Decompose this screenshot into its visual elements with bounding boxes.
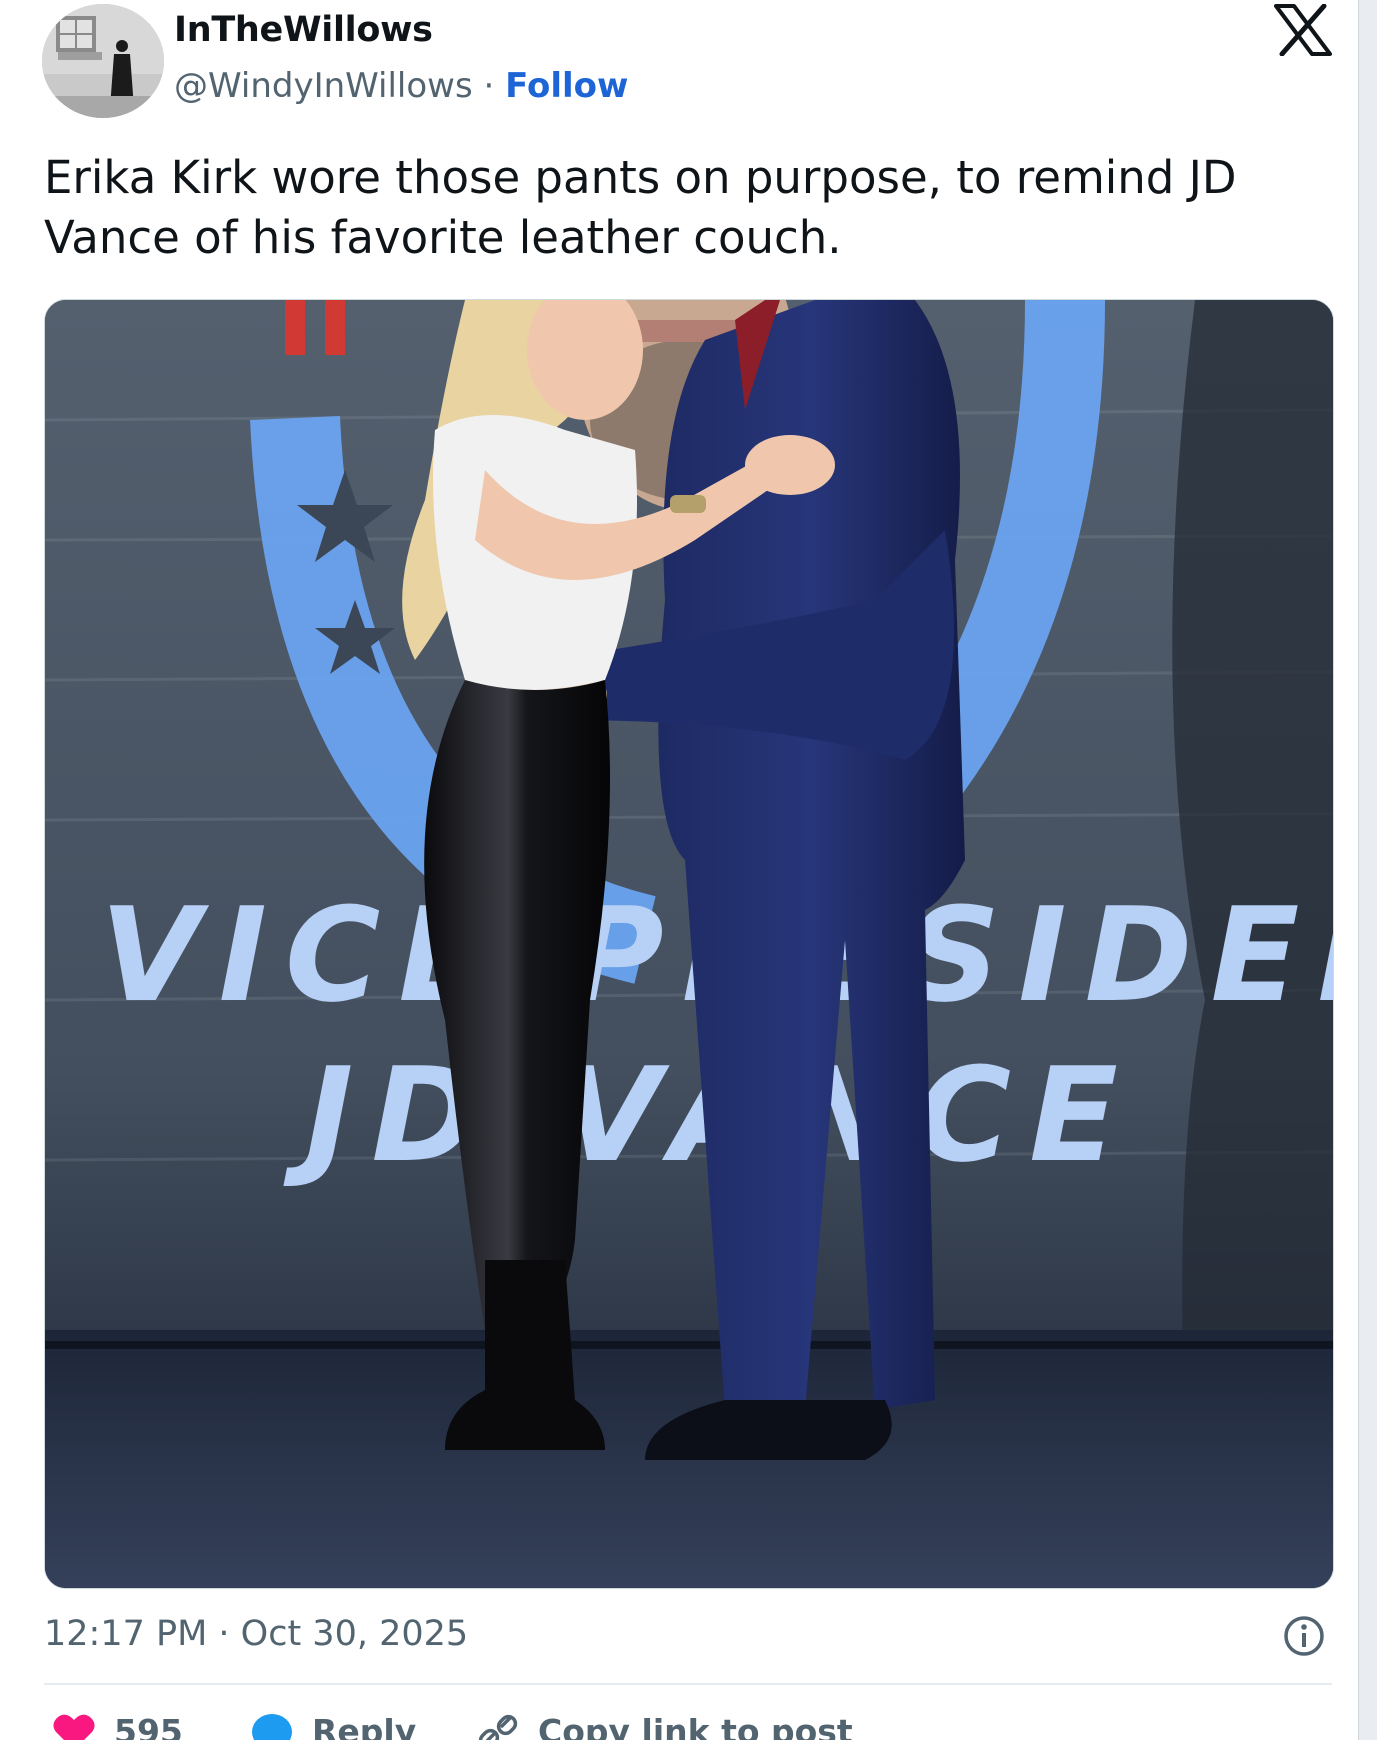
follow-button[interactable]: Follow xyxy=(505,66,628,106)
copy-link-label: Copy link to post xyxy=(538,1712,853,1740)
author-handle-line: @WindyInWillows · Follow xyxy=(174,66,628,106)
info-icon[interactable] xyxy=(1282,1614,1326,1658)
tweet-text: Erika Kirk wore those pants on purpose, … xyxy=(44,151,1237,264)
author-display-name[interactable]: InTheWillows xyxy=(174,10,433,50)
copy-link-button[interactable]: Copy link to post xyxy=(476,1712,853,1740)
reply-bubble-icon xyxy=(250,1712,294,1740)
divider xyxy=(44,1683,1332,1685)
link-icon xyxy=(476,1712,520,1740)
tweet-photo[interactable]: VICE PRESIDENT JD VANCE xyxy=(44,299,1334,1589)
avatar[interactable] xyxy=(42,4,164,118)
handle-separator: · xyxy=(483,66,495,106)
heart-icon xyxy=(52,1712,96,1740)
like-button[interactable]: 595 xyxy=(52,1712,183,1740)
reply-label: Reply xyxy=(312,1712,417,1740)
like-count: 595 xyxy=(114,1712,183,1740)
action-bar: 595 Reply Copy link to post xyxy=(44,1712,1332,1740)
author-handle[interactable]: @WindyInWillows xyxy=(174,66,473,106)
scrollbar-track[interactable] xyxy=(1359,0,1377,1740)
tweet-embed: InTheWillows @WindyInWillows · Follow Er… xyxy=(0,0,1377,1740)
x-logo-icon[interactable] xyxy=(1274,3,1332,57)
tweet-timestamp[interactable]: 12:17 PM · Oct 30, 2025 xyxy=(44,1614,468,1654)
reply-button[interactable]: Reply xyxy=(250,1712,416,1740)
